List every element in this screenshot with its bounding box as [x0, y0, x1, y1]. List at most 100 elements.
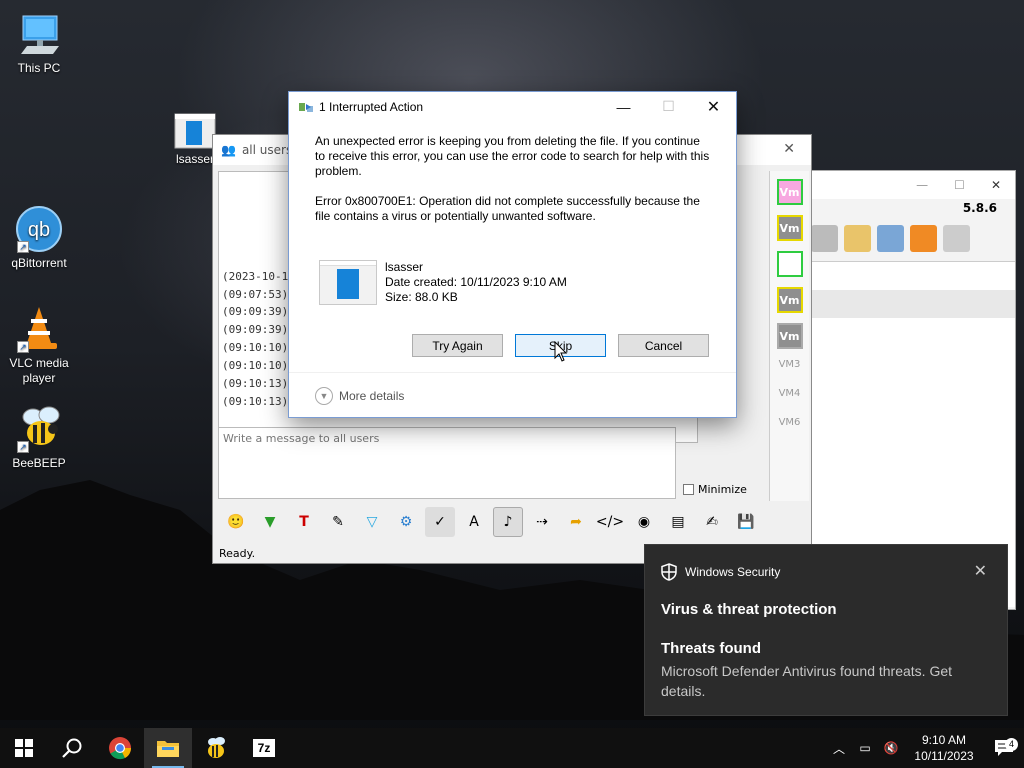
close-icon[interactable]: ✕: [974, 561, 987, 581]
upload-icon[interactable]: [910, 225, 937, 252]
chat-toolbar: 🙂 ▼ T ✎ ▽ ⚙ ✓ A ♪ ⇢ ➦ </> ◉ ▤ ✍ 💾: [221, 507, 761, 539]
text-format-icon[interactable]: T: [289, 507, 319, 537]
file-date-created: Date created: 10/11/2023 9:10 AM: [385, 275, 567, 289]
cancel-button[interactable]: Cancel: [618, 334, 709, 357]
desktop-icon-this-pc[interactable]: This PC: [4, 10, 74, 75]
vm-label: VM3: [778, 359, 801, 370]
message-input[interactable]: Write a message to all users: [218, 427, 676, 499]
code-icon[interactable]: </>: [595, 507, 625, 537]
vm-button[interactable]: Vm: [776, 323, 803, 349]
edit-icon[interactable]: [844, 225, 871, 252]
send-file-icon[interactable]: ⇢: [527, 507, 557, 537]
chevron-down-icon: ▼: [315, 387, 333, 405]
minimize-button[interactable]: —: [601, 92, 646, 121]
vlc-cone-icon: ↗: [15, 305, 63, 353]
taskbar-7zip[interactable]: 7z: [240, 728, 288, 768]
trash-icon[interactable]: [943, 225, 970, 252]
clock-time: 9:10 AM: [921, 733, 967, 747]
vm-label: VM6: [778, 417, 801, 428]
tools-icon[interactable]: [877, 225, 904, 252]
vm-button-empty[interactable]: [776, 251, 803, 277]
desktop-icon-beebeep[interactable]: ↗ BeeBEEP: [4, 405, 74, 470]
dialog-message: An unexpected error is keeping you from …: [315, 134, 710, 178]
taskbar-file-explorer[interactable]: [144, 728, 192, 768]
status-bar: Ready.: [219, 547, 256, 560]
more-details-label: More details: [339, 389, 405, 403]
clock[interactable]: 9:10 AM 10/11/2023: [904, 732, 984, 764]
maximize-icon[interactable]: ☐: [954, 178, 965, 192]
desktop-icon-vlc[interactable]: ↗ VLC media player: [4, 305, 74, 386]
file-move-icon: [299, 101, 313, 113]
settings-icon[interactable]: ⚙: [391, 507, 421, 537]
log-line: (09:10:10): [222, 359, 289, 372]
shortcut-arrow-icon: ↗: [17, 241, 29, 253]
start-button[interactable]: [0, 728, 48, 768]
7zip-icon: 7z: [253, 739, 275, 757]
close-icon[interactable]: ✕: [991, 178, 1001, 192]
dialog-titlebar: 1 Interrupted Action — ☐ ✕: [289, 92, 736, 122]
emoji-icon[interactable]: 🙂: [221, 507, 251, 537]
taskbar-chrome[interactable]: [96, 728, 144, 768]
error-message: Error 0x800700E1: Operation did not comp…: [315, 194, 700, 223]
screenshot-icon[interactable]: ▤: [663, 507, 693, 537]
dialog-title: 1 Interrupted Action: [319, 100, 424, 114]
chevron-up-icon[interactable]: ︿: [829, 738, 849, 758]
taskbar: 7z ︿ ▭ 🔇 9:10 AM 10/11/2023 4: [0, 728, 1024, 768]
package-icon[interactable]: [811, 225, 838, 252]
spellcheck-icon[interactable]: ✓: [425, 507, 455, 537]
log-line: (09:10:13): [222, 377, 289, 390]
minimize-option[interactable]: Minimize: [683, 483, 747, 496]
windows-security-notification[interactable]: Windows Security ✕ Virus & threat protec…: [644, 544, 1008, 716]
maximize-button: ☐: [662, 98, 675, 114]
divider: [289, 372, 736, 373]
vm-strip: Vm Vm Vm Vm VM3 VM4 VM6: [769, 171, 809, 501]
minimize-label: Minimize: [698, 483, 747, 496]
system-tray: ︿ ▭ 🔇 9:10 AM 10/11/2023 4: [826, 728, 1024, 768]
music-icon[interactable]: ♪: [493, 507, 523, 537]
minimize-icon[interactable]: —: [916, 178, 928, 192]
volume-muted-icon[interactable]: 🔇: [881, 738, 901, 758]
svg-text:qb: qb: [28, 219, 50, 241]
file-name: lsasser: [385, 260, 424, 274]
try-again-button[interactable]: Try Again: [412, 334, 503, 357]
log-line: (09:07:53): [222, 288, 289, 301]
folder-icon: [157, 741, 179, 757]
download-icon[interactable]: ▼: [255, 507, 285, 537]
close-button[interactable]: ✕: [691, 92, 736, 121]
shortcut-arrow-icon: ↗: [17, 441, 29, 453]
vm-button[interactable]: Vm: [776, 179, 803, 205]
taskbar-beebeep[interactable]: [192, 728, 240, 768]
file-thumbnail-icon: [319, 260, 377, 305]
desktop-icon-qbittorrent[interactable]: qb ↗ qBittorrent: [4, 205, 74, 270]
shortcut-arrow-icon: ↗: [17, 341, 29, 353]
users-icon: 👥: [221, 143, 236, 157]
windows-logo-icon: [15, 739, 33, 757]
chat-window-title: all users: [241, 143, 293, 157]
log-line: (09:10:13): [222, 395, 289, 408]
file-icon: [174, 113, 216, 149]
font-icon[interactable]: A: [459, 507, 489, 537]
more-details-toggle[interactable]: ▼ More details: [315, 387, 404, 405]
vm-button[interactable]: Vm: [776, 215, 803, 241]
interrupted-action-dialog[interactable]: 1 Interrupted Action — ☐ ✕ An unexpected…: [288, 91, 737, 418]
color-picker-icon[interactable]: ✎: [323, 507, 353, 537]
share-icon[interactable]: ➦: [561, 507, 591, 537]
minimize-checkbox[interactable]: [683, 484, 694, 495]
close-icon[interactable]: ✕: [783, 141, 795, 157]
vm-button[interactable]: Vm: [776, 287, 803, 313]
notes-icon[interactable]: ✍: [697, 507, 727, 537]
bee-icon: [208, 737, 225, 758]
notification-count: 4: [1005, 738, 1018, 751]
search-button[interactable]: [48, 728, 96, 768]
shield-icon: [661, 563, 677, 581]
action-center-button[interactable]: 4: [984, 738, 1024, 757]
filter-icon[interactable]: ▽: [357, 507, 387, 537]
toast-message[interactable]: Microsoft Defender Antivirus found threa…: [661, 661, 991, 701]
toast-heading: Virus & threat protection: [661, 601, 837, 618]
log-line: (09:10:10): [222, 341, 289, 354]
file-details: lsasser Date created: 10/11/2023 9:10 AM…: [315, 260, 710, 305]
network-icon[interactable]: ▭: [855, 738, 875, 758]
camera-icon[interactable]: ◉: [629, 507, 659, 537]
selected-row[interactable]: [811, 290, 1015, 318]
save-icon[interactable]: 💾: [731, 507, 761, 537]
